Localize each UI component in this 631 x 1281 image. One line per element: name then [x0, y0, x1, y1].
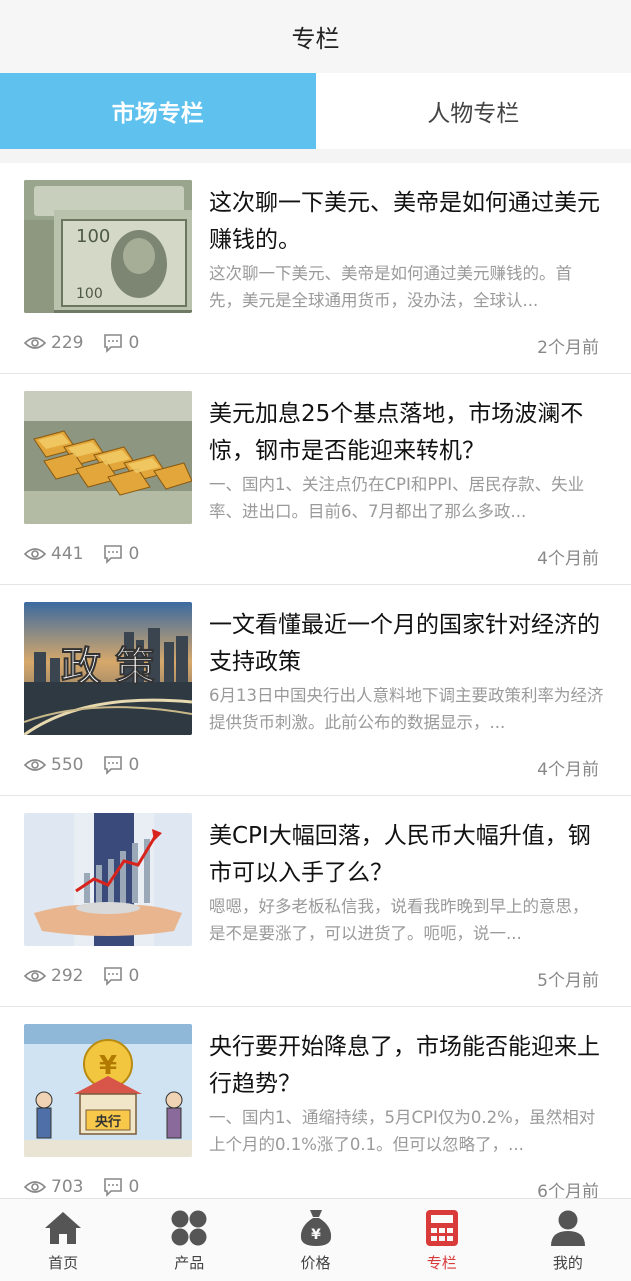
article-time: 4个月前: [537, 544, 599, 569]
eye-icon: [24, 757, 46, 773]
eye-icon: [24, 1179, 46, 1195]
central-bank-label: 央行: [95, 1114, 121, 1130]
article-summary: 一、国内1、关注点仍在CPI和PPI、居民存款、失业率、进出口。目前6、7月都出…: [209, 471, 604, 525]
comment-count: 0: [128, 333, 139, 353]
article-card[interactable]: 美元加息25个基点落地，市场波澜不惊，钢市是否能迎来转机？ 一、国内1、关注点仍…: [0, 374, 631, 585]
tab-market-column[interactable]: 市场专栏: [0, 73, 316, 149]
article-summary: 一、国内1、通缩持续，5月CPI仅为0.2%，虽然相对上个月的0.1%涨了0.1…: [209, 1104, 604, 1158]
article-time: 4个月前: [537, 755, 599, 780]
tab-people-column[interactable]: 人物专栏: [316, 73, 631, 149]
article-meta: 441 0: [24, 544, 139, 564]
tabbar-label: 价格: [301, 1252, 331, 1273]
column-tabs: 市场专栏 人物专栏: [0, 73, 631, 149]
comment-icon: [103, 544, 123, 564]
tabbar-label: 产品: [174, 1252, 204, 1273]
article-meta: 550 0: [24, 755, 139, 775]
money-bag-icon: ¥: [295, 1208, 337, 1248]
home-icon: [42, 1208, 84, 1248]
article-summary: 6月13日中国央行出人意料地下调主要政策利率为经济提供货币刺激。此前公布的数据显…: [209, 682, 604, 736]
tabbar-item-home[interactable]: 首页: [0, 1199, 126, 1281]
view-count: 550: [51, 755, 83, 775]
view-count: 292: [51, 966, 83, 986]
article-meta: 703 0: [24, 1177, 139, 1197]
view-count: 441: [51, 544, 83, 564]
comment-count: 0: [128, 544, 139, 564]
svg-text:100: 100: [76, 226, 110, 247]
comment-icon: [103, 1177, 123, 1197]
svg-text:100: 100: [76, 286, 103, 302]
policy-city-image: 政 策: [24, 602, 192, 735]
policy-text: 政 策: [61, 643, 155, 690]
page-title: 专栏: [292, 19, 340, 54]
article-meta: 292 0: [24, 966, 139, 986]
article-card[interactable]: 100 100 这次聊一下美元、美帝是如何通过美元赚钱的。 这次聊一下美元、美帝…: [0, 163, 631, 374]
grid-icon: [168, 1208, 210, 1248]
comment-icon: [103, 966, 123, 986]
dollar-bills-image: 100 100: [24, 180, 192, 313]
article-card[interactable]: ¥ 央行 央行要开始降息了，市场能否能迎来上行趋势？ 一、国内1、通缩持续，5月…: [0, 1007, 631, 1218]
article-summary: 嗯嗯，好多老板私信我，说看我昨晚到早上的意思，是不是要涨了，可以进货了。呃呃，说…: [209, 893, 604, 947]
article-time: 2个月前: [537, 333, 599, 358]
page-header: 专栏: [0, 0, 631, 73]
article-title[interactable]: 一文看懂最近一个月的国家针对经济的支持政策: [209, 607, 609, 681]
article-title[interactable]: 央行要开始降息了，市场能否能迎来上行趋势？: [209, 1029, 609, 1103]
tabbar-item-products[interactable]: 产品: [126, 1199, 252, 1281]
tabbar-item-mine[interactable]: 我的: [505, 1199, 631, 1281]
tabbar-label: 首页: [48, 1252, 78, 1273]
view-count: 703: [51, 1177, 83, 1197]
article-title[interactable]: 美元加息25个基点落地，市场波澜不惊，钢市是否能迎来转机？: [209, 396, 609, 470]
eye-icon: [24, 968, 46, 984]
article-card[interactable]: 政 策 一文看懂最近一个月的国家针对经济的支持政策 6月13日中国央行出人意料地…: [0, 585, 631, 796]
comment-icon: [103, 333, 123, 353]
section-divider: [0, 149, 631, 163]
tabbar-item-price[interactable]: ¥ 价格: [252, 1199, 378, 1281]
central-bank-cartoon-image: ¥ 央行: [24, 1024, 192, 1157]
comment-icon: [103, 755, 123, 775]
eye-icon: [24, 335, 46, 351]
article-meta: 229 0: [24, 333, 139, 353]
bottom-tab-bar: 首页 产品 ¥ 价格 专栏 我的: [0, 1198, 631, 1281]
article-card[interactable]: 美CPI大幅回落，人民币大幅升值，钢市可以入手了么？ 嗯嗯，好多老板私信我，说看…: [0, 796, 631, 1007]
tabbar-item-column[interactable]: 专栏: [379, 1199, 505, 1281]
comment-count: 0: [128, 755, 139, 775]
eye-icon: [24, 546, 46, 562]
article-title[interactable]: 美CPI大幅回落，人民币大幅升值，钢市可以入手了么？: [209, 818, 609, 892]
comment-count: 0: [128, 966, 139, 986]
article-list: 100 100 这次聊一下美元、美帝是如何通过美元赚钱的。 这次聊一下美元、美帝…: [0, 163, 631, 1218]
article-time: 5个月前: [537, 966, 599, 991]
tabbar-label: 专栏: [427, 1252, 457, 1273]
article-summary: 这次聊一下美元、美帝是如何通过美元赚钱的。首先，美元是全球通用货币，没办法，全球…: [209, 260, 604, 314]
article-title[interactable]: 这次聊一下美元、美帝是如何通过美元赚钱的。: [209, 185, 609, 259]
gold-bars-image: [24, 391, 192, 524]
user-icon: [547, 1208, 589, 1248]
view-count: 229: [51, 333, 83, 353]
tabbar-label: 我的: [553, 1252, 583, 1273]
comment-count: 0: [128, 1177, 139, 1197]
calculator-icon: [421, 1208, 463, 1248]
svg-text:¥: ¥: [311, 1227, 321, 1243]
rising-chart-hands-image: [24, 813, 192, 946]
